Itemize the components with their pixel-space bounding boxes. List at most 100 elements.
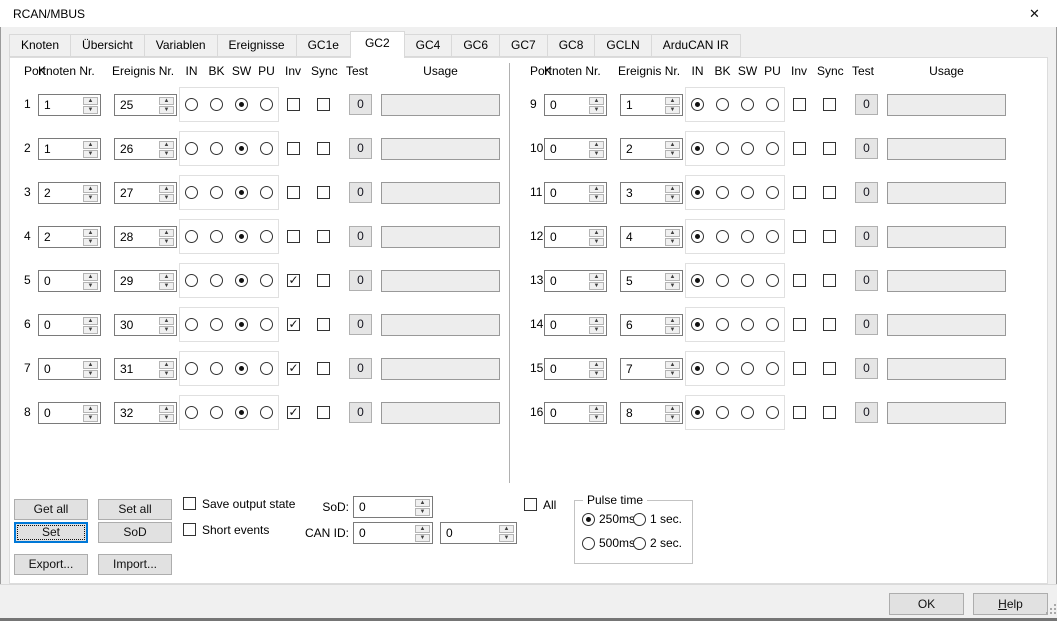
spin-up-button[interactable]: ▲ bbox=[589, 317, 604, 325]
spin-up-button[interactable]: ▲ bbox=[665, 273, 680, 281]
tab-gcln[interactable]: GCLN bbox=[594, 34, 651, 57]
spin-down-button[interactable]: ▼ bbox=[159, 106, 174, 114]
knoten-nr-spinner[interactable]: 1▲▼ bbox=[38, 94, 101, 116]
knoten-nr-spinner[interactable]: 1▲▼ bbox=[38, 138, 101, 160]
sync-checkbox[interactable] bbox=[823, 274, 836, 287]
spin-up-button[interactable]: ▲ bbox=[83, 141, 98, 149]
knoten-nr-spinner[interactable]: 2▲▼ bbox=[38, 226, 101, 248]
ereignis-nr-spinner[interactable]: 7▲▼ bbox=[620, 358, 683, 380]
mode-radio-in[interactable] bbox=[691, 274, 704, 287]
sync-checkbox[interactable] bbox=[823, 186, 836, 199]
spin-up-button[interactable]: ▲ bbox=[589, 141, 604, 149]
ereignis-nr-spinner[interactable]: 29▲▼ bbox=[114, 270, 177, 292]
import-button[interactable]: Import... bbox=[98, 554, 172, 575]
test-button[interactable]: 0 bbox=[349, 270, 372, 291]
spin-down-button[interactable]: ▼ bbox=[159, 326, 174, 334]
spin-down-button[interactable]: ▼ bbox=[665, 194, 680, 202]
pulse-radio[interactable] bbox=[633, 513, 646, 526]
tab-gc2[interactable]: GC2 bbox=[350, 31, 405, 58]
mode-radio-sw[interactable] bbox=[741, 362, 754, 375]
spin-down-button[interactable]: ▼ bbox=[589, 238, 604, 246]
pulse-radio[interactable] bbox=[582, 537, 595, 550]
resize-grip-icon[interactable] bbox=[1046, 612, 1048, 614]
mode-radio-sw[interactable] bbox=[235, 274, 248, 287]
tab-gc8[interactable]: GC8 bbox=[547, 34, 596, 57]
mode-radio-sw[interactable] bbox=[235, 406, 248, 419]
mode-radio-in[interactable] bbox=[185, 362, 198, 375]
spin-down-button[interactable]: ▼ bbox=[499, 534, 514, 542]
spin-up-button[interactable]: ▲ bbox=[83, 361, 98, 369]
spin-up-button[interactable]: ▲ bbox=[589, 185, 604, 193]
inv-checkbox[interactable] bbox=[793, 186, 806, 199]
sync-checkbox[interactable] bbox=[317, 406, 330, 419]
spin-up-button[interactable]: ▲ bbox=[159, 185, 174, 193]
spin-up-button[interactable]: ▲ bbox=[159, 141, 174, 149]
mode-radio-in[interactable] bbox=[185, 318, 198, 331]
spin-up-button[interactable]: ▲ bbox=[83, 317, 98, 325]
spin-up-button[interactable]: ▲ bbox=[589, 97, 604, 105]
spin-down-button[interactable]: ▼ bbox=[665, 238, 680, 246]
sync-checkbox[interactable] bbox=[823, 406, 836, 419]
spin-up-button[interactable]: ▲ bbox=[665, 361, 680, 369]
mode-radio-sw[interactable] bbox=[235, 142, 248, 155]
spin-down-button[interactable]: ▼ bbox=[415, 534, 430, 542]
knoten-nr-spinner[interactable]: 0▲▼ bbox=[544, 402, 607, 424]
knoten-nr-spinner[interactable]: 0▲▼ bbox=[544, 226, 607, 248]
knoten-nr-spinner[interactable]: 0▲▼ bbox=[544, 358, 607, 380]
spin-down-button[interactable]: ▼ bbox=[159, 414, 174, 422]
spin-down-button[interactable]: ▼ bbox=[159, 370, 174, 378]
spin-up-button[interactable]: ▲ bbox=[665, 97, 680, 105]
spin-down-button[interactable]: ▼ bbox=[589, 370, 604, 378]
tab-knoten[interactable]: Knoten bbox=[9, 34, 71, 57]
close-icon[interactable]: ✕ bbox=[1012, 0, 1057, 28]
mode-radio-in[interactable] bbox=[691, 142, 704, 155]
spin-up-button[interactable]: ▲ bbox=[159, 317, 174, 325]
mode-radio-bk[interactable] bbox=[210, 406, 223, 419]
test-button[interactable]: 0 bbox=[349, 226, 372, 247]
get-all-button[interactable]: Get all bbox=[14, 499, 88, 520]
spin-up-button[interactable]: ▲ bbox=[589, 229, 604, 237]
sync-checkbox[interactable] bbox=[823, 98, 836, 111]
knoten-nr-spinner[interactable]: 0▲▼ bbox=[544, 138, 607, 160]
spin-up-button[interactable]: ▲ bbox=[665, 405, 680, 413]
spin-up-button[interactable]: ▲ bbox=[83, 273, 98, 281]
mode-radio-pu[interactable] bbox=[260, 186, 273, 199]
mode-radio-in[interactable] bbox=[185, 274, 198, 287]
mode-radio-pu[interactable] bbox=[766, 318, 779, 331]
inv-checkbox[interactable]: ✓ bbox=[287, 362, 300, 375]
knoten-nr-spinner[interactable]: 0▲▼ bbox=[544, 182, 607, 204]
spin-down-button[interactable]: ▼ bbox=[83, 326, 98, 334]
mode-radio-sw[interactable] bbox=[741, 98, 754, 111]
mode-radio-in[interactable] bbox=[691, 362, 704, 375]
sync-checkbox[interactable] bbox=[317, 274, 330, 287]
mode-radio-sw[interactable] bbox=[235, 362, 248, 375]
spin-up-button[interactable]: ▲ bbox=[665, 141, 680, 149]
sync-checkbox[interactable] bbox=[317, 142, 330, 155]
mode-radio-pu[interactable] bbox=[260, 274, 273, 287]
mode-radio-bk[interactable] bbox=[716, 406, 729, 419]
mode-radio-pu[interactable] bbox=[766, 406, 779, 419]
ereignis-nr-spinner[interactable]: 4▲▼ bbox=[620, 226, 683, 248]
mode-radio-pu[interactable] bbox=[260, 362, 273, 375]
mode-radio-sw[interactable] bbox=[741, 406, 754, 419]
spin-down-button[interactable]: ▼ bbox=[665, 106, 680, 114]
mode-radio-sw[interactable] bbox=[741, 230, 754, 243]
test-button[interactable]: 0 bbox=[349, 314, 372, 335]
inv-checkbox[interactable] bbox=[793, 406, 806, 419]
mode-radio-bk[interactable] bbox=[716, 274, 729, 287]
inv-checkbox[interactable] bbox=[287, 98, 300, 111]
mode-radio-bk[interactable] bbox=[210, 318, 223, 331]
spin-up-button[interactable]: ▲ bbox=[415, 525, 430, 533]
mode-radio-in[interactable] bbox=[691, 186, 704, 199]
mode-radio-in[interactable] bbox=[185, 406, 198, 419]
mode-radio-in[interactable] bbox=[691, 318, 704, 331]
spin-down-button[interactable]: ▼ bbox=[665, 414, 680, 422]
mode-radio-bk[interactable] bbox=[716, 318, 729, 331]
spin-down-button[interactable]: ▼ bbox=[83, 282, 98, 290]
ereignis-nr-spinner[interactable]: 6▲▼ bbox=[620, 314, 683, 336]
test-button[interactable]: 0 bbox=[855, 358, 878, 379]
knoten-nr-spinner[interactable]: 0▲▼ bbox=[38, 358, 101, 380]
mode-radio-in[interactable] bbox=[185, 98, 198, 111]
ereignis-nr-spinner[interactable]: 3▲▼ bbox=[620, 182, 683, 204]
spin-up-button[interactable]: ▲ bbox=[665, 317, 680, 325]
